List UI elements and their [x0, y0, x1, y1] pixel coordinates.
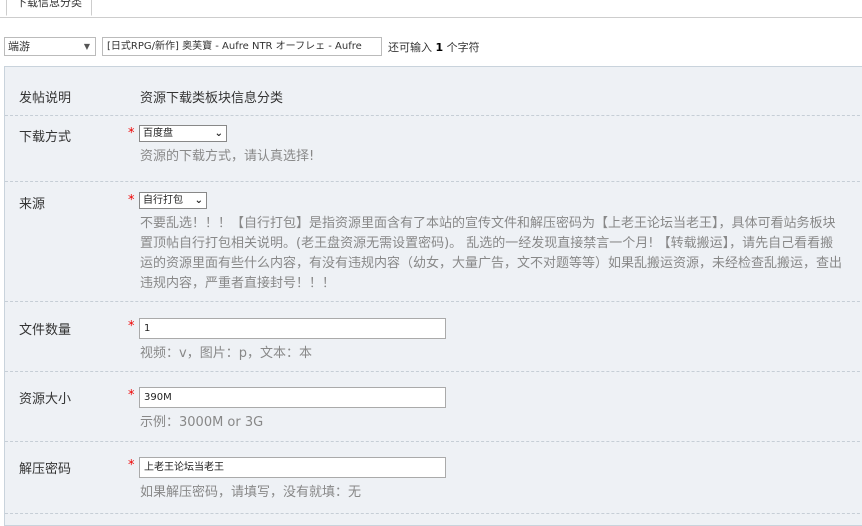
- title-row: 端游 ▼ [日式RPG/新作] 奥芙寶 - Aufre NTR オーフレェ - …: [0, 36, 862, 58]
- source-value: 自行打包: [143, 195, 183, 206]
- source-hint-line: 违规内容，严重者直接封号！！！: [140, 276, 336, 291]
- intro-value: 资源下载类板块信息分类: [140, 91, 284, 106]
- password-label: 解压密码: [19, 462, 72, 477]
- source-row: 来源 * 自行打包 ⌄ 不要乱选！！！【自行打包】是指资源里面含有了本站的宣传文…: [5, 182, 862, 302]
- required-marker: *: [128, 388, 135, 403]
- size-label: 资源大小: [19, 392, 72, 407]
- size-row: 资源大小 * 390M 示例：3000M or 3G: [5, 372, 862, 442]
- category-panel: 发帖说明 资源下载类板块信息分类 下载方式 * 百度盘 ⌄ 资源的下载方式，请认…: [4, 66, 862, 526]
- remaining-prefix: 还可输入: [388, 41, 432, 54]
- download-method-row: 下载方式 * 百度盘 ⌄ 资源的下载方式，请认真选择!: [5, 116, 862, 182]
- file-count-row: 文件数量 * 1 视频：v，图片：p，文本：本: [5, 302, 862, 372]
- download-method-value: 百度盘: [143, 128, 173, 139]
- remaining-suffix: 个字符: [446, 41, 480, 54]
- password-input[interactable]: 上老王论坛当老王: [139, 457, 446, 478]
- chevron-down-icon: ⌄: [194, 195, 203, 206]
- chevron-down-icon: ▼: [83, 42, 90, 51]
- size-input[interactable]: 390M: [139, 387, 446, 408]
- required-marker: *: [128, 319, 135, 334]
- intro-row: 发帖说明 资源下载类板块信息分类: [5, 67, 862, 116]
- file-count-label: 文件数量: [19, 323, 72, 338]
- required-marker: *: [128, 458, 135, 473]
- password-hint: 如果解压密码，请填写，没有就填：无: [140, 485, 362, 500]
- source-hint: 不要乱选！！！【自行打包】是指资源里面含有了本站的宣传文件和解压密码为【上老王论…: [140, 214, 862, 294]
- source-hint-line: 置顶帖自行打包相关说明。(老王盘资源无需设置密码)。 乱选的一经发现直接禁言一个…: [140, 236, 834, 251]
- source-select[interactable]: 自行打包 ⌄: [139, 192, 207, 209]
- download-method-select[interactable]: 百度盘 ⌄: [139, 125, 227, 142]
- remaining-chars: 还可输入 1 个字符: [388, 39, 480, 55]
- source-hint-line: 不要乱选！！！【自行打包】是指资源里面含有了本站的宣传文件和解压密码为【上老王论…: [140, 216, 836, 231]
- download-method-hint: 资源的下载方式，请认真选择!: [140, 149, 315, 164]
- tab-bar: 下载信息分类: [0, 0, 862, 18]
- download-method-label: 下载方式: [19, 130, 72, 145]
- chevron-down-icon: ⌄: [214, 128, 223, 139]
- thread-type-value: 端游: [8, 40, 30, 53]
- thread-type-select[interactable]: 端游 ▼: [4, 37, 96, 56]
- required-marker: *: [128, 193, 135, 208]
- file-count-input[interactable]: 1: [139, 318, 446, 339]
- source-hint-line: 运的资源里面有些什么内容，有没有违规内容（幼女，大量广告，文不对题等等）如果乱搬…: [140, 256, 843, 271]
- password-row: 解压密码 * 上老王论坛当老王 如果解压密码，请填写，没有就填：无: [5, 442, 862, 514]
- title-input[interactable]: [日式RPG/新作] 奥芙寶 - Aufre NTR オーフレェ - Aufre: [102, 37, 382, 56]
- file-count-hint: 视频：v，图片：p，文本：本: [140, 346, 312, 361]
- remaining-count: 1: [435, 41, 444, 54]
- intro-label: 发帖说明: [19, 91, 72, 106]
- size-hint: 示例：3000M or 3G: [140, 415, 264, 430]
- required-marker: *: [128, 126, 135, 141]
- tab-download-info[interactable]: 下载信息分类: [6, 0, 92, 16]
- source-label: 来源: [19, 197, 46, 212]
